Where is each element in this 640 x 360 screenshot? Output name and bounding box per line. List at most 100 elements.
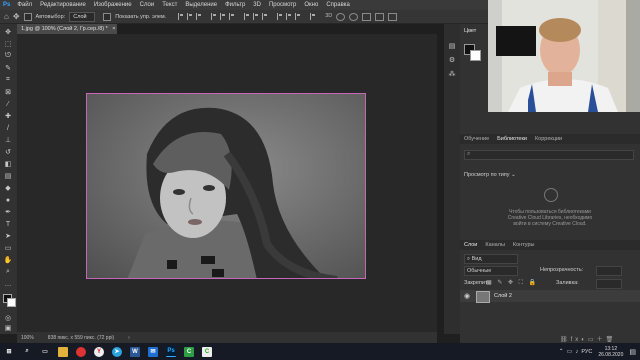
tab-learn[interactable]: Обучение — [464, 136, 489, 142]
distribute-v-icon[interactable] — [262, 12, 268, 20]
autoselect-checkbox[interactable] — [23, 12, 32, 21]
shape-tool-icon[interactable]: ▭ — [3, 244, 13, 252]
3d-orbit-icon[interactable] — [336, 12, 346, 21]
pen-tool-icon[interactable]: ✒ — [3, 208, 13, 216]
3d-pan-icon[interactable] — [362, 12, 372, 21]
3d-mode-label-icon[interactable]: 3D — [325, 13, 332, 21]
menu-help[interactable]: Справка — [322, 2, 354, 8]
language-indicator[interactable]: РУС — [581, 349, 592, 355]
tab-paths[interactable]: Контуры — [513, 242, 535, 248]
menu-file[interactable]: Файл — [13, 2, 36, 8]
marquee-tool-icon[interactable]: ⬚ — [3, 40, 13, 48]
show-controls-checkbox[interactable] — [103, 12, 112, 21]
tab-libraries[interactable]: Библиотеки — [497, 136, 527, 142]
close-tab-icon[interactable]: × — [112, 26, 115, 32]
screen-mode-icon[interactable]: ▣ — [3, 324, 13, 332]
distribute-spacing-3-icon[interactable] — [295, 12, 301, 20]
layer-name[interactable]: Слой 2 — [494, 293, 512, 299]
align-left-icon[interactable] — [178, 12, 184, 20]
menu-view[interactable]: Просмотр — [265, 2, 300, 8]
task-view-icon[interactable]: ▭ — [40, 347, 50, 357]
menu-select[interactable]: Выделение — [181, 2, 221, 8]
frame-tool-icon[interactable]: ⊠ — [3, 88, 13, 96]
3d-slide-icon[interactable] — [375, 12, 385, 21]
blend-mode-dropdown[interactable]: Обычные — [464, 266, 518, 276]
align-center-icon[interactable] — [187, 12, 193, 20]
autoselect-dropdown[interactable]: Слой — [69, 11, 96, 22]
volume-icon[interactable]: ♪ — [575, 349, 578, 355]
history-brush-icon[interactable]: ↺ — [3, 148, 13, 156]
properties-panel-icon[interactable]: ⚙ — [447, 56, 457, 64]
3d-scale-icon[interactable] — [388, 12, 398, 21]
align-middle-icon[interactable] — [220, 12, 226, 20]
search-icon[interactable]: ⌕ — [22, 347, 32, 357]
home-icon[interactable]: ⌂ — [4, 12, 9, 21]
notifications-icon[interactable]: ▤ — [629, 348, 636, 356]
history-panel-icon[interactable]: ▤ — [447, 42, 457, 50]
background-color-chip[interactable] — [470, 50, 481, 61]
menu-text[interactable]: Текст — [158, 2, 181, 8]
align-bottom-icon[interactable] — [229, 12, 235, 20]
distribute-spacing-2-icon[interactable] — [286, 12, 292, 20]
more-align-icon[interactable] — [310, 12, 316, 20]
yandex-icon[interactable]: Y — [94, 346, 104, 357]
mail-icon[interactable]: ✉ — [148, 346, 158, 357]
distribute-h-icon[interactable] — [253, 12, 259, 20]
word-icon[interactable]: W — [130, 346, 140, 357]
color-tab[interactable]: Цвет — [464, 28, 476, 34]
chrome-icon[interactable] — [76, 346, 86, 357]
brush-panel-icon[interactable]: ⁂ — [447, 70, 457, 78]
eye-icon[interactable]: ◉ — [464, 292, 470, 300]
telegram-icon[interactable]: ➤ — [112, 346, 122, 357]
blur-tool-icon[interactable]: ◆ — [3, 184, 13, 192]
document-image[interactable] — [86, 93, 366, 279]
hand-tool-icon[interactable]: ✋ — [3, 256, 13, 264]
menu-image[interactable]: Изображение — [90, 2, 136, 8]
ps-logo-icon[interactable]: Ps — [0, 2, 13, 8]
eyedropper-icon[interactable]: ⁄ — [3, 100, 13, 108]
status-arrow-icon[interactable]: › — [128, 335, 130, 341]
library-search-field[interactable]: ⌕ — [464, 150, 634, 160]
distribute-spacing-icon[interactable] — [277, 12, 283, 20]
menu-3d[interactable]: 3D — [249, 2, 265, 8]
camtasia-icon[interactable]: C — [184, 346, 194, 357]
menu-edit[interactable]: Редактирование — [36, 2, 90, 8]
app-icon[interactable]: C — [202, 346, 212, 357]
photoshop-taskbar-icon[interactable]: Ps — [166, 346, 176, 357]
tab-channels[interactable]: Каналы — [485, 242, 505, 248]
more-tools-icon[interactable]: … — [3, 280, 13, 288]
zoom-level[interactable]: 100% — [21, 335, 34, 341]
fill-field[interactable] — [596, 279, 622, 289]
path-select-icon[interactable]: ➤ — [3, 232, 13, 240]
distribute-icon[interactable] — [244, 12, 250, 20]
eraser-tool-icon[interactable]: ◧ — [3, 160, 13, 168]
tab-adjustments[interactable]: Коррекции — [535, 136, 562, 142]
menu-filter[interactable]: Фильтр — [221, 2, 249, 8]
move-tool-icon[interactable]: ✥ — [3, 28, 13, 36]
tray-up-icon[interactable]: ⌃ — [559, 348, 564, 355]
align-top-icon[interactable] — [211, 12, 217, 20]
align-right-icon[interactable] — [196, 12, 202, 20]
background-color-swatch[interactable] — [7, 298, 16, 307]
opacity-field[interactable] — [596, 266, 622, 276]
3d-roll-icon[interactable] — [349, 12, 359, 21]
layer-row[interactable]: ◉ Слой 2 — [460, 290, 640, 303]
gradient-tool-icon[interactable]: ▤ — [3, 172, 13, 180]
menu-layers[interactable]: Слои — [136, 2, 159, 8]
windows-start-icon[interactable]: ⊞ — [4, 347, 14, 357]
lasso-tool-icon[interactable]: ᘎ — [3, 52, 13, 60]
document-info[interactable]: 838 пикс. x 559 пикс. (72 ppi) — [48, 335, 114, 341]
lock-icons[interactable]: ▦ ✎ ✥ ⛶ 🔒 — [486, 279, 538, 287]
type-tool-icon[interactable]: T — [3, 220, 13, 228]
dodge-tool-icon[interactable]: ● — [3, 196, 13, 204]
library-view-label[interactable]: Просмотр по типу ⌄ — [464, 172, 516, 178]
zoom-tool-icon[interactable]: ⌕ — [3, 268, 13, 276]
crop-tool-icon[interactable]: ⌗ — [3, 76, 13, 84]
clone-stamp-icon[interactable]: ⊥ — [3, 136, 13, 144]
document-tab[interactable]: 1.jpg @ 100% (Слой 2, Гр.сер./8) * × — [17, 24, 117, 34]
quick-mask-icon[interactable]: ◎ — [3, 314, 13, 322]
tab-layers[interactable]: Слои — [464, 242, 477, 248]
brush-tool-icon[interactable]: / — [3, 124, 13, 132]
move-tool-icon[interactable]: ✥ — [13, 12, 20, 21]
explorer-icon[interactable] — [58, 346, 68, 357]
